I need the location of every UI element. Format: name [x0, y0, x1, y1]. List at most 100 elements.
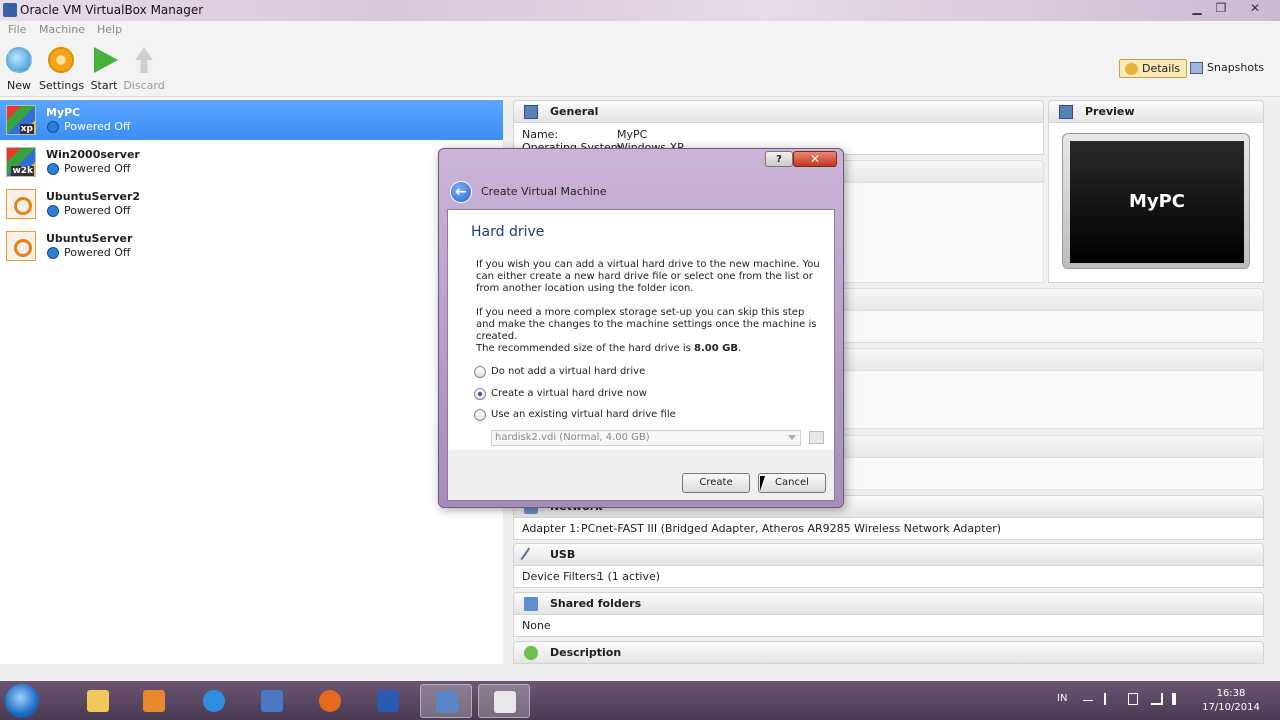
- taskbar-media-player[interactable]: [128, 684, 180, 718]
- internet-explorer-icon: [203, 690, 225, 712]
- settings-button[interactable]: Settings: [39, 47, 85, 92]
- monitor-icon: [524, 105, 538, 119]
- taskbar-app[interactable]: [246, 684, 298, 718]
- word-icon: [377, 690, 399, 712]
- new-label: New: [7, 79, 31, 92]
- description-section-header[interactable]: Description: [513, 641, 1264, 664]
- virtualbox-icon: [436, 691, 458, 713]
- menu-machine[interactable]: Machine: [39, 23, 85, 36]
- shared-folders-section-body: None: [513, 615, 1264, 637]
- option-label: Use an existing virtual hard drive file: [491, 409, 676, 420]
- create-vm-dialog: ? ✕ ← Create Virtual Machine Hard drive …: [438, 148, 844, 508]
- radio-button[interactable]: [474, 366, 486, 378]
- vm-list: xp MyPC Powered Off w2k Win2000server Po…: [0, 98, 503, 664]
- create-button[interactable]: Create: [682, 473, 750, 493]
- usb-section-body: Device Filters: 1 (1 active): [513, 566, 1264, 588]
- start-orb-icon[interactable]: [5, 684, 39, 718]
- radio-button-checked[interactable]: [474, 388, 486, 400]
- snapshots-tab[interactable]: Snapshots: [1185, 59, 1270, 78]
- menu-file[interactable]: File: [8, 23, 26, 36]
- network-section-body: Adapter 1: PCnet-FAST III (Bridged Adapt…: [513, 518, 1264, 540]
- taskbar-word[interactable]: [362, 684, 414, 718]
- power-icon[interactable]: [1128, 693, 1138, 705]
- preview-frame: MyPC: [1062, 133, 1250, 269]
- taskbar-internet-explorer[interactable]: [188, 684, 240, 718]
- help-button[interactable]: ?: [765, 151, 793, 167]
- vm-name: Win2000server: [46, 148, 140, 161]
- start-button[interactable]: Start: [82, 47, 126, 92]
- virtualbox-icon: [3, 3, 17, 17]
- details-tab-label: Details: [1142, 62, 1181, 75]
- powered-off-icon: [47, 121, 59, 133]
- taskbar-file-explorer[interactable]: [72, 684, 124, 718]
- details-gear-icon: [1125, 63, 1138, 75]
- vm-item-win2000server[interactable]: w2k Win2000server Powered Off: [0, 142, 503, 182]
- shared-folders-section-header[interactable]: Shared folders: [513, 592, 1264, 615]
- vm-state: Powered Off: [64, 162, 131, 175]
- maximize-button[interactable]: ❐: [1208, 0, 1234, 17]
- monitor-icon: [1059, 105, 1073, 119]
- general-section-header[interactable]: General: [513, 100, 1044, 123]
- gear-icon: [48, 47, 74, 73]
- details-tab[interactable]: Details: [1119, 59, 1188, 78]
- minimize-button[interactable]: ▁: [1184, 0, 1210, 17]
- taskbar-firefox[interactable]: [304, 684, 356, 718]
- radio-button[interactable]: [474, 409, 486, 421]
- language-indicator[interactable]: IN: [1057, 693, 1067, 704]
- vm-item-ubuntuserver2[interactable]: UbuntuServer2 Powered Off: [0, 184, 503, 224]
- preview-section-header[interactable]: Preview: [1048, 100, 1264, 123]
- taskbar-notepad[interactable]: [478, 684, 530, 718]
- vm-item-mypc[interactable]: xp MyPC Powered Off: [0, 100, 503, 140]
- device-filters-value: 1 (1 active): [597, 570, 661, 583]
- preview-title: Preview: [1085, 105, 1135, 118]
- discard-label: Discard: [123, 79, 165, 92]
- signal-strength-icon[interactable]: [1151, 693, 1163, 705]
- window-titlebar: Oracle VM VirtualBox Manager ▁ ❐ ✕: [0, 0, 1280, 21]
- vm-name: UbuntuServer2: [46, 190, 141, 203]
- firefox-icon: [319, 690, 341, 712]
- mouse-pointer-icon: [760, 476, 770, 491]
- volume-icon[interactable]: [1172, 693, 1182, 705]
- name-key: Name:: [522, 128, 559, 141]
- app-icon: [261, 690, 283, 712]
- action-center-flag-icon[interactable]: [1104, 693, 1116, 705]
- vm-state: Powered Off: [64, 204, 131, 217]
- vm-name: UbuntuServer: [46, 232, 133, 245]
- preview-screen: MyPC: [1070, 141, 1244, 263]
- storage-paragraph: If you need a more complex storage set-u…: [476, 307, 817, 342]
- settings-label: Settings: [39, 79, 85, 92]
- new-button[interactable]: New: [0, 47, 41, 92]
- device-filters-key: Device Filters:: [522, 570, 600, 583]
- folder-icon: [87, 690, 109, 712]
- choose-file-folder-icon[interactable]: [809, 431, 824, 444]
- adapter-value: PCnet-FAST III (Bridged Adapter, Atheros…: [581, 522, 1002, 535]
- taskbar-virtualbox[interactable]: [420, 684, 472, 718]
- menubar: File Machine Help: [0, 21, 1280, 39]
- usb-section-header[interactable]: USB: [513, 543, 1264, 566]
- show-hidden-icons-icon[interactable]: [1083, 693, 1093, 701]
- speech-bubble-icon: [524, 646, 538, 660]
- menu-help[interactable]: Help: [97, 23, 122, 36]
- start-arrow-icon: [94, 47, 118, 73]
- option-label: Do not add a virtual hard drive: [491, 366, 646, 377]
- system-clock[interactable]: 16:38 17/10/2014: [1196, 687, 1266, 715]
- notepad-icon: [494, 691, 516, 713]
- option-label: Create a virtual hard drive now: [491, 388, 647, 399]
- usb-title: USB: [550, 548, 576, 561]
- shared-folders-value: None: [522, 619, 551, 632]
- discard-button[interactable]: Discard: [122, 47, 166, 92]
- close-window-button[interactable]: ✕: [1242, 0, 1268, 17]
- general-title: General: [550, 105, 599, 118]
- start-label: Start: [90, 79, 118, 92]
- adapter-key: Adapter 1:: [522, 522, 580, 535]
- camera-icon: [1190, 62, 1203, 74]
- dialog-title: Create Virtual Machine: [481, 185, 607, 198]
- back-arrow-icon[interactable]: ←: [450, 181, 472, 203]
- intro-paragraph: If you wish you can add a virtual hard d…: [476, 259, 820, 294]
- dialog-close-button[interactable]: ✕: [793, 151, 837, 167]
- discard-arrow-icon: [135, 47, 153, 73]
- existing-hard-drive-select[interactable]: hardisk2.vdi (Normal, 4.00 GB): [491, 430, 801, 446]
- powered-off-icon: [47, 247, 59, 259]
- vm-item-ubuntuserver[interactable]: UbuntuServer Powered Off: [0, 226, 503, 266]
- vm-state: Powered Off: [64, 120, 131, 133]
